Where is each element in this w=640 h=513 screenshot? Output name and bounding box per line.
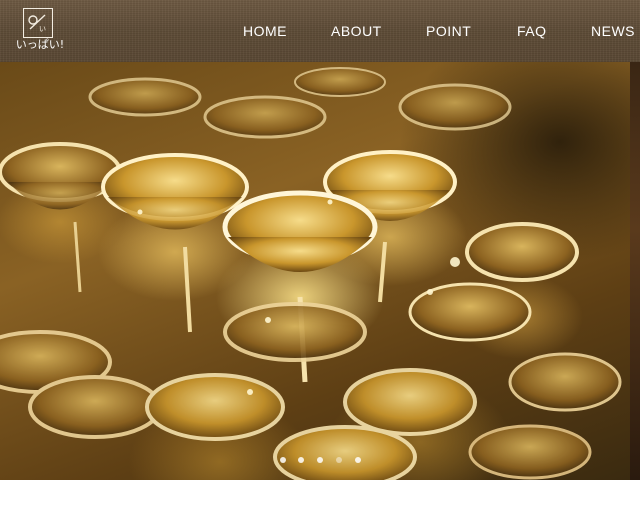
slide-dot-4[interactable]	[336, 457, 342, 463]
champagne-tower-illustration	[0, 67, 622, 480]
content-area	[0, 480, 640, 513]
nav-faq[interactable]: FAQ	[517, 23, 547, 39]
slide-dot-5-active[interactable]	[355, 457, 361, 463]
nav-about[interactable]: ABOUT	[331, 23, 382, 39]
next-slide-peek	[630, 62, 640, 480]
slide-dot-2[interactable]	[298, 457, 304, 463]
site-header: い いっぱい! HOME ABOUT POINT FAQ NEWS	[0, 0, 640, 62]
slide-dot-1[interactable]	[280, 457, 286, 463]
slider-pagination	[0, 457, 640, 467]
main-nav: HOME ABOUT POINT FAQ NEWS	[0, 0, 640, 62]
slide-dot-3[interactable]	[317, 457, 323, 463]
nav-home[interactable]: HOME	[243, 23, 287, 39]
nav-point[interactable]: POINT	[426, 23, 471, 39]
nav-news[interactable]: NEWS	[591, 23, 635, 39]
hero-slider-image[interactable]	[0, 62, 630, 480]
